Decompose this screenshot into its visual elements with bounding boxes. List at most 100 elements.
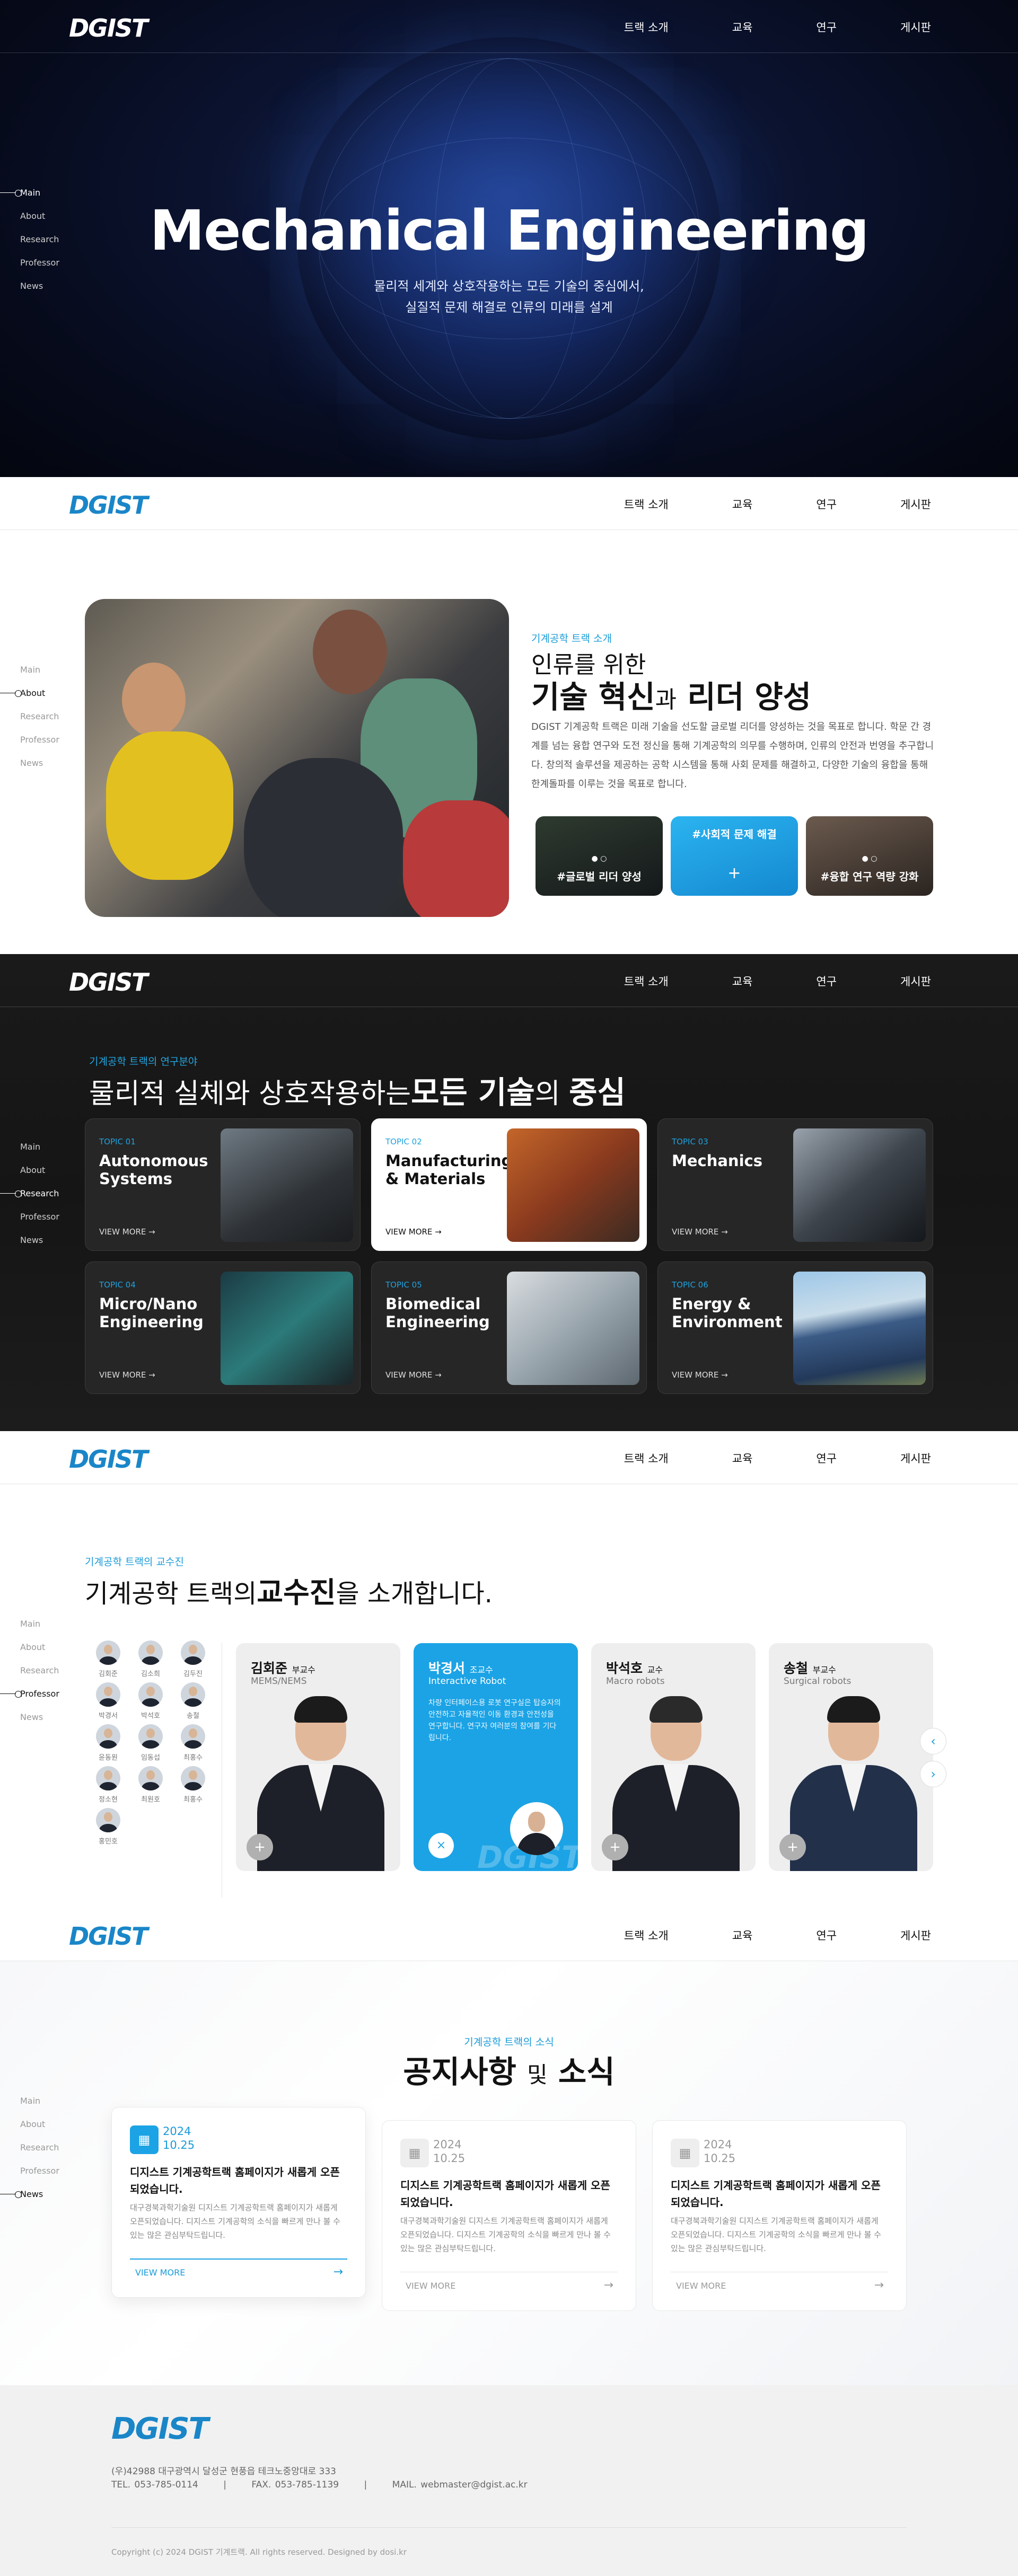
arrow-right-icon[interactable]: → — [334, 2265, 343, 2279]
professor-thumb[interactable]: 김두진 — [172, 1640, 214, 1678]
menu-track-intro[interactable]: 트랙 소개 — [624, 496, 669, 512]
menu-track-intro[interactable]: 트랙 소개 — [624, 1927, 669, 1943]
keyword-card-global-leader[interactable]: ● ○ #글로벌 리더 양성 — [536, 816, 663, 896]
professor-card[interactable]: 송철 부교수 Surgical robots + — [769, 1643, 933, 1871]
side-item-about[interactable]: About — [0, 205, 59, 228]
news-card[interactable]: ▦ 2024 10.25 디지스트 기계공학트랙 홈페이지가 새롭게 오픈되었습니… — [652, 2120, 907, 2311]
side-item-news[interactable]: News — [0, 275, 59, 298]
side-item-professor[interactable]: Professor — [0, 2159, 59, 2183]
menu-education[interactable]: 교육 — [732, 19, 753, 35]
view-more-link[interactable]: VIEW MORE → — [99, 1370, 155, 1380]
arrow-right-icon[interactable]: → — [604, 2279, 613, 2292]
professor-thumb[interactable]: 송철 — [172, 1682, 214, 1720]
plus-icon[interactable]: + — [602, 1834, 628, 1860]
professor-thumb[interactable]: 정소현 — [87, 1766, 129, 1804]
menu-board[interactable]: 게시판 — [900, 496, 931, 512]
footer-logo[interactable]: DGIST — [111, 2412, 209, 2446]
menu-board[interactable]: 게시판 — [900, 19, 931, 35]
side-item-research[interactable]: Research — [0, 1659, 59, 1682]
professor-card[interactable]: 박석호 교수 Macro robots + — [591, 1643, 756, 1871]
view-more-link[interactable]: VIEW MORE → — [99, 1227, 155, 1237]
professor-card-expanded[interactable]: 박경서 조교수 Interactive Robot 차량 인터페이스용 로봇 연… — [414, 1643, 578, 1871]
menu-research[interactable]: 연구 — [816, 973, 837, 989]
view-more-link[interactable]: VIEW MORE → — [672, 1227, 728, 1237]
side-item-news[interactable]: News — [0, 1229, 59, 1252]
menu-board[interactable]: 게시판 — [900, 973, 931, 989]
avatar — [96, 1766, 120, 1790]
news-card[interactable]: ▦ 2024 10.25 디지스트 기계공학트랙 홈페이지가 새롭게 오픈되었습니… — [382, 2120, 636, 2311]
side-item-professor[interactable]: Professor — [0, 728, 59, 752]
dgist-logo[interactable]: DGIST — [69, 1445, 148, 1474]
menu-board[interactable]: 게시판 — [900, 1450, 931, 1466]
view-more-link[interactable]: VIEW MORE — [406, 2281, 455, 2291]
menu-track-intro[interactable]: 트랙 소개 — [624, 1450, 669, 1466]
footer-mail[interactable]: MAIL. webmaster@dgist.ac.kr — [392, 2480, 528, 2490]
view-more-link[interactable]: VIEW MORE → — [385, 1370, 442, 1380]
side-item-research[interactable]: Research — [0, 2136, 59, 2159]
close-icon[interactable]: × — [428, 1833, 454, 1858]
dgist-logo[interactable]: DGIST — [69, 968, 148, 996]
menu-education[interactable]: 교육 — [732, 496, 753, 512]
professor-card[interactable]: 김회준 부교수 MEMS/NEMS + — [236, 1643, 400, 1871]
side-item-research[interactable]: Research — [0, 1182, 59, 1205]
side-item-professor[interactable]: Professor — [0, 1682, 59, 1706]
side-item-main[interactable]: Main — [0, 2089, 59, 2113]
side-item-main[interactable]: Main — [0, 1135, 59, 1159]
professor-thumb[interactable]: 김회준 — [87, 1640, 129, 1678]
menu-education[interactable]: 교육 — [732, 973, 753, 989]
professor-thumb[interactable]: 박경서 — [87, 1682, 129, 1720]
menu-research[interactable]: 연구 — [816, 496, 837, 512]
professor-thumb[interactable]: 최홍수 — [172, 1766, 214, 1804]
menu-research[interactable]: 연구 — [816, 1927, 837, 1943]
side-item-about[interactable]: About — [0, 2113, 59, 2136]
side-item-research[interactable]: Research — [0, 705, 59, 728]
news-card[interactable]: ▦ 2024 10.25 디지스트 기계공학트랙 홈페이지가 새롭게 오픈되었습니… — [111, 2107, 366, 2298]
menu-education[interactable]: 교육 — [732, 1927, 753, 1943]
topic-card-energy[interactable]: TOPIC 06 Energy & Environment VIEW MORE … — [657, 1261, 933, 1394]
topic-card-manufacturing[interactable]: TOPIC 02 Manufacturing & Materials VIEW … — [371, 1118, 647, 1251]
professor-thumb[interactable]: 홍민호 — [87, 1808, 129, 1846]
professor-thumb[interactable]: 최원호 — [129, 1766, 172, 1804]
view-more-link[interactable]: VIEW MORE — [135, 2268, 185, 2278]
side-item-news[interactable]: News — [0, 1706, 59, 1729]
side-item-professor[interactable]: Professor — [0, 1205, 59, 1229]
side-item-main[interactable]: Main — [0, 658, 59, 682]
view-more-link[interactable]: VIEW MORE — [676, 2281, 726, 2291]
keyword-card-social-problem[interactable]: #사회적 문제 해결 + — [671, 816, 798, 896]
menu-board[interactable]: 게시판 — [900, 1927, 931, 1943]
side-item-main[interactable]: Main — [0, 1612, 59, 1636]
professor-thumb[interactable]: 임동섭 — [129, 1724, 172, 1762]
topic-card-micro-nano[interactable]: TOPIC 04 Micro/Nano Engineering VIEW MOR… — [85, 1261, 361, 1394]
side-item-professor[interactable]: Professor — [0, 251, 59, 275]
professor-thumb[interactable]: 김소희 — [129, 1640, 172, 1678]
dgist-logo[interactable]: DGIST — [69, 14, 148, 42]
arrow-right-icon[interactable]: → — [874, 2279, 884, 2292]
side-item-about[interactable]: About — [0, 682, 59, 705]
next-arrow-icon[interactable]: › — [920, 1761, 946, 1787]
side-item-about[interactable]: About — [0, 1636, 59, 1659]
professor-thumb[interactable]: 박석호 — [129, 1682, 172, 1720]
dgist-logo[interactable]: DGIST — [69, 1922, 148, 1951]
plus-icon[interactable]: + — [247, 1834, 273, 1860]
prev-arrow-icon[interactable]: ‹ — [920, 1728, 946, 1754]
menu-research[interactable]: 연구 — [816, 1450, 837, 1466]
topic-card-autonomous[interactable]: TOPIC 01 Autonomous Systems VIEW MORE → — [85, 1118, 361, 1251]
professor-thumb[interactable]: 최홍수 — [172, 1724, 214, 1762]
topic-card-mechanics[interactable]: TOPIC 03 Mechanics VIEW MORE → — [657, 1118, 933, 1251]
side-item-news[interactable]: News — [0, 2183, 59, 2206]
keyword-card-convergence[interactable]: ● ○ #융합 연구 역량 강화 — [806, 816, 933, 896]
menu-track-intro[interactable]: 트랙 소개 — [624, 973, 669, 989]
topic-card-biomedical[interactable]: TOPIC 05 Biomedical Engineering VIEW MOR… — [371, 1261, 647, 1394]
menu-education[interactable]: 교육 — [732, 1450, 753, 1466]
professor-thumb[interactable]: 윤동원 — [87, 1724, 129, 1762]
plus-icon[interactable]: + — [779, 1834, 806, 1860]
side-item-research[interactable]: Research — [0, 228, 59, 251]
view-more-link[interactable]: VIEW MORE → — [672, 1370, 728, 1380]
menu-track-intro[interactable]: 트랙 소개 — [624, 19, 669, 35]
side-item-main[interactable]: Main — [0, 181, 59, 205]
view-more-link[interactable]: VIEW MORE → — [385, 1227, 442, 1237]
dgist-logo[interactable]: DGIST — [69, 491, 148, 519]
side-item-about[interactable]: About — [0, 1159, 59, 1182]
side-item-news[interactable]: News — [0, 752, 59, 775]
menu-research[interactable]: 연구 — [816, 19, 837, 35]
